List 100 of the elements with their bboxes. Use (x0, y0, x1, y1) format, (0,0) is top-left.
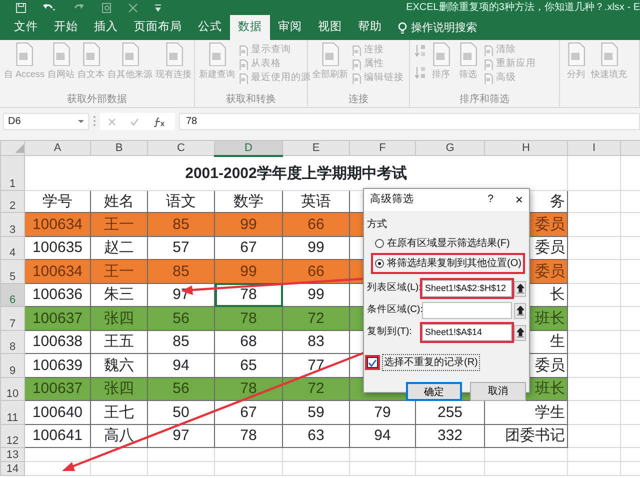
group-label: 获取外部数据 (66, 94, 128, 106)
customize-icon[interactable] (154, 4, 162, 12)
document-icon (238, 72, 249, 84)
document-icon (351, 44, 362, 56)
table-cell: 68 (214, 330, 282, 354)
undo-icon[interactable] (42, 2, 56, 12)
document-icon (483, 72, 494, 84)
table-cell: 100637 (24, 377, 90, 400)
close-button[interactable]: × (515, 190, 523, 210)
table-cell: 100638 (24, 330, 90, 354)
collapse-button[interactable] (514, 302, 526, 318)
ribbon-tab[interactable]: 公式 (190, 15, 230, 40)
column-header[interactable]: G (416, 140, 484, 156)
table-cell: 99 (214, 260, 282, 283)
table-cell: 56 (148, 306, 214, 330)
checkmark-icon (368, 358, 377, 366)
table-cell: 59 (282, 400, 350, 424)
row-header[interactable]: 14 (0, 462, 24, 476)
dialog-button[interactable]: 取消 (470, 382, 526, 401)
table-cell: 100640 (24, 400, 90, 424)
column-header[interactable]: H (484, 140, 568, 156)
table-cell: 100637 (24, 306, 90, 330)
table-cell: 94 (148, 354, 214, 377)
document-icon (238, 58, 249, 70)
table-cell: 99 (214, 212, 282, 236)
tell-me-search[interactable]: 操作说明搜索 (411, 20, 477, 36)
row-header[interactable]: 8 (0, 330, 24, 354)
checkbox[interactable] (367, 357, 378, 368)
document-icon (483, 58, 494, 70)
table-cell: 63 (282, 424, 350, 448)
input-field[interactable]: Sheet1!$A$2:$H$12 (422, 280, 512, 297)
upload-icon (516, 306, 524, 316)
row-header[interactable]: 9 (0, 354, 24, 377)
collapse-button[interactable] (514, 280, 526, 296)
table-cell: 团委书记 (484, 424, 568, 448)
row-header[interactable]: 4 (0, 236, 24, 260)
upload-icon (516, 328, 524, 338)
field-label: 条件区域(C): (367, 303, 420, 318)
row-header[interactable]: 3 (0, 212, 24, 236)
column-header[interactable]: D (214, 140, 282, 156)
input-field[interactable] (422, 302, 512, 319)
table-cell: 王五 (90, 330, 148, 354)
column-header[interactable]: F (350, 140, 416, 156)
field-label: 列表区域(L): (367, 281, 420, 296)
spelling-icon[interactable] (128, 2, 138, 12)
collapse-button[interactable] (514, 324, 526, 340)
window-title: EXCEL删除重复项的3种方法，你知道几种？.xlsx - E (406, 0, 640, 15)
ribbon-tab[interactable]: 视图 (310, 15, 350, 40)
help-button[interactable]: ? (488, 192, 494, 208)
table-cell: 72 (282, 377, 350, 400)
ribbon-tab[interactable]: 审阅 (270, 15, 310, 40)
table-cell: 张四 (90, 306, 148, 330)
document-icon (351, 58, 362, 70)
table-cell: 78 (214, 283, 282, 306)
table-cell: 78 (214, 306, 282, 330)
table-cell: 张四 (90, 377, 148, 400)
dialog-button[interactable]: 确定 (406, 382, 462, 401)
row-header[interactable]: 13 (0, 448, 24, 462)
table-cell: 77 (282, 354, 350, 377)
table-cell: 78 (214, 424, 282, 448)
ribbon-tab[interactable]: 页面布局 (126, 15, 190, 40)
ribbon-tab[interactable]: 插入 (86, 15, 126, 40)
ribbon-tab[interactable]: 数据 (230, 15, 270, 40)
table-cell: 100634 (24, 260, 90, 283)
input-field[interactable]: Sheet1!$A$14 (422, 324, 512, 341)
table-cell: 100634 (24, 212, 90, 236)
row-header[interactable]: 12 (0, 424, 24, 448)
row-header[interactable]: 7 (0, 306, 24, 330)
column-header[interactable]: I (568, 140, 620, 156)
table-cell: 83 (282, 330, 350, 354)
function-icon[interactable] (153, 116, 165, 126)
ribbon-tab[interactable]: 开始 (46, 15, 86, 40)
ribbon-tab[interactable]: 帮助 (350, 15, 390, 40)
group-label: 获取和转换 (225, 94, 277, 106)
checkbox-label[interactable]: 选择不重复的记录(R) (382, 354, 480, 371)
formula-field[interactable]: 78 (179, 113, 640, 130)
table-cell: 85 (148, 330, 214, 354)
save-icon[interactable] (16, 2, 26, 12)
name-box[interactable]: D6 (3, 113, 89, 130)
upload-icon (516, 284, 524, 294)
column-header[interactable]: B (90, 140, 148, 156)
ribbon-tab[interactable]: 文件 (6, 15, 46, 40)
row-header[interactable]: 1 (0, 156, 24, 190)
table-cell: 王一 (90, 212, 148, 236)
row-header[interactable]: 2 (0, 190, 24, 212)
column-header[interactable]: E (282, 140, 350, 156)
row-header[interactable]: 11 (0, 400, 24, 424)
row-header[interactable]: 6 (0, 283, 24, 306)
print-preview-icon[interactable] (102, 2, 112, 12)
table-cell: 94 (350, 424, 416, 448)
table-cell: 100639 (24, 354, 90, 377)
group-label: 连接 (348, 94, 370, 106)
group-label: 排序和筛选 (458, 94, 510, 106)
column-header[interactable]: A (24, 140, 90, 156)
row-header[interactable]: 10 (0, 377, 24, 400)
lightbulb-icon[interactable] (398, 22, 407, 34)
column-header[interactable]: C (148, 140, 214, 156)
table-cell: 王七 (90, 400, 148, 424)
table-cell: 72 (282, 306, 350, 330)
row-header[interactable]: 5 (0, 260, 24, 283)
